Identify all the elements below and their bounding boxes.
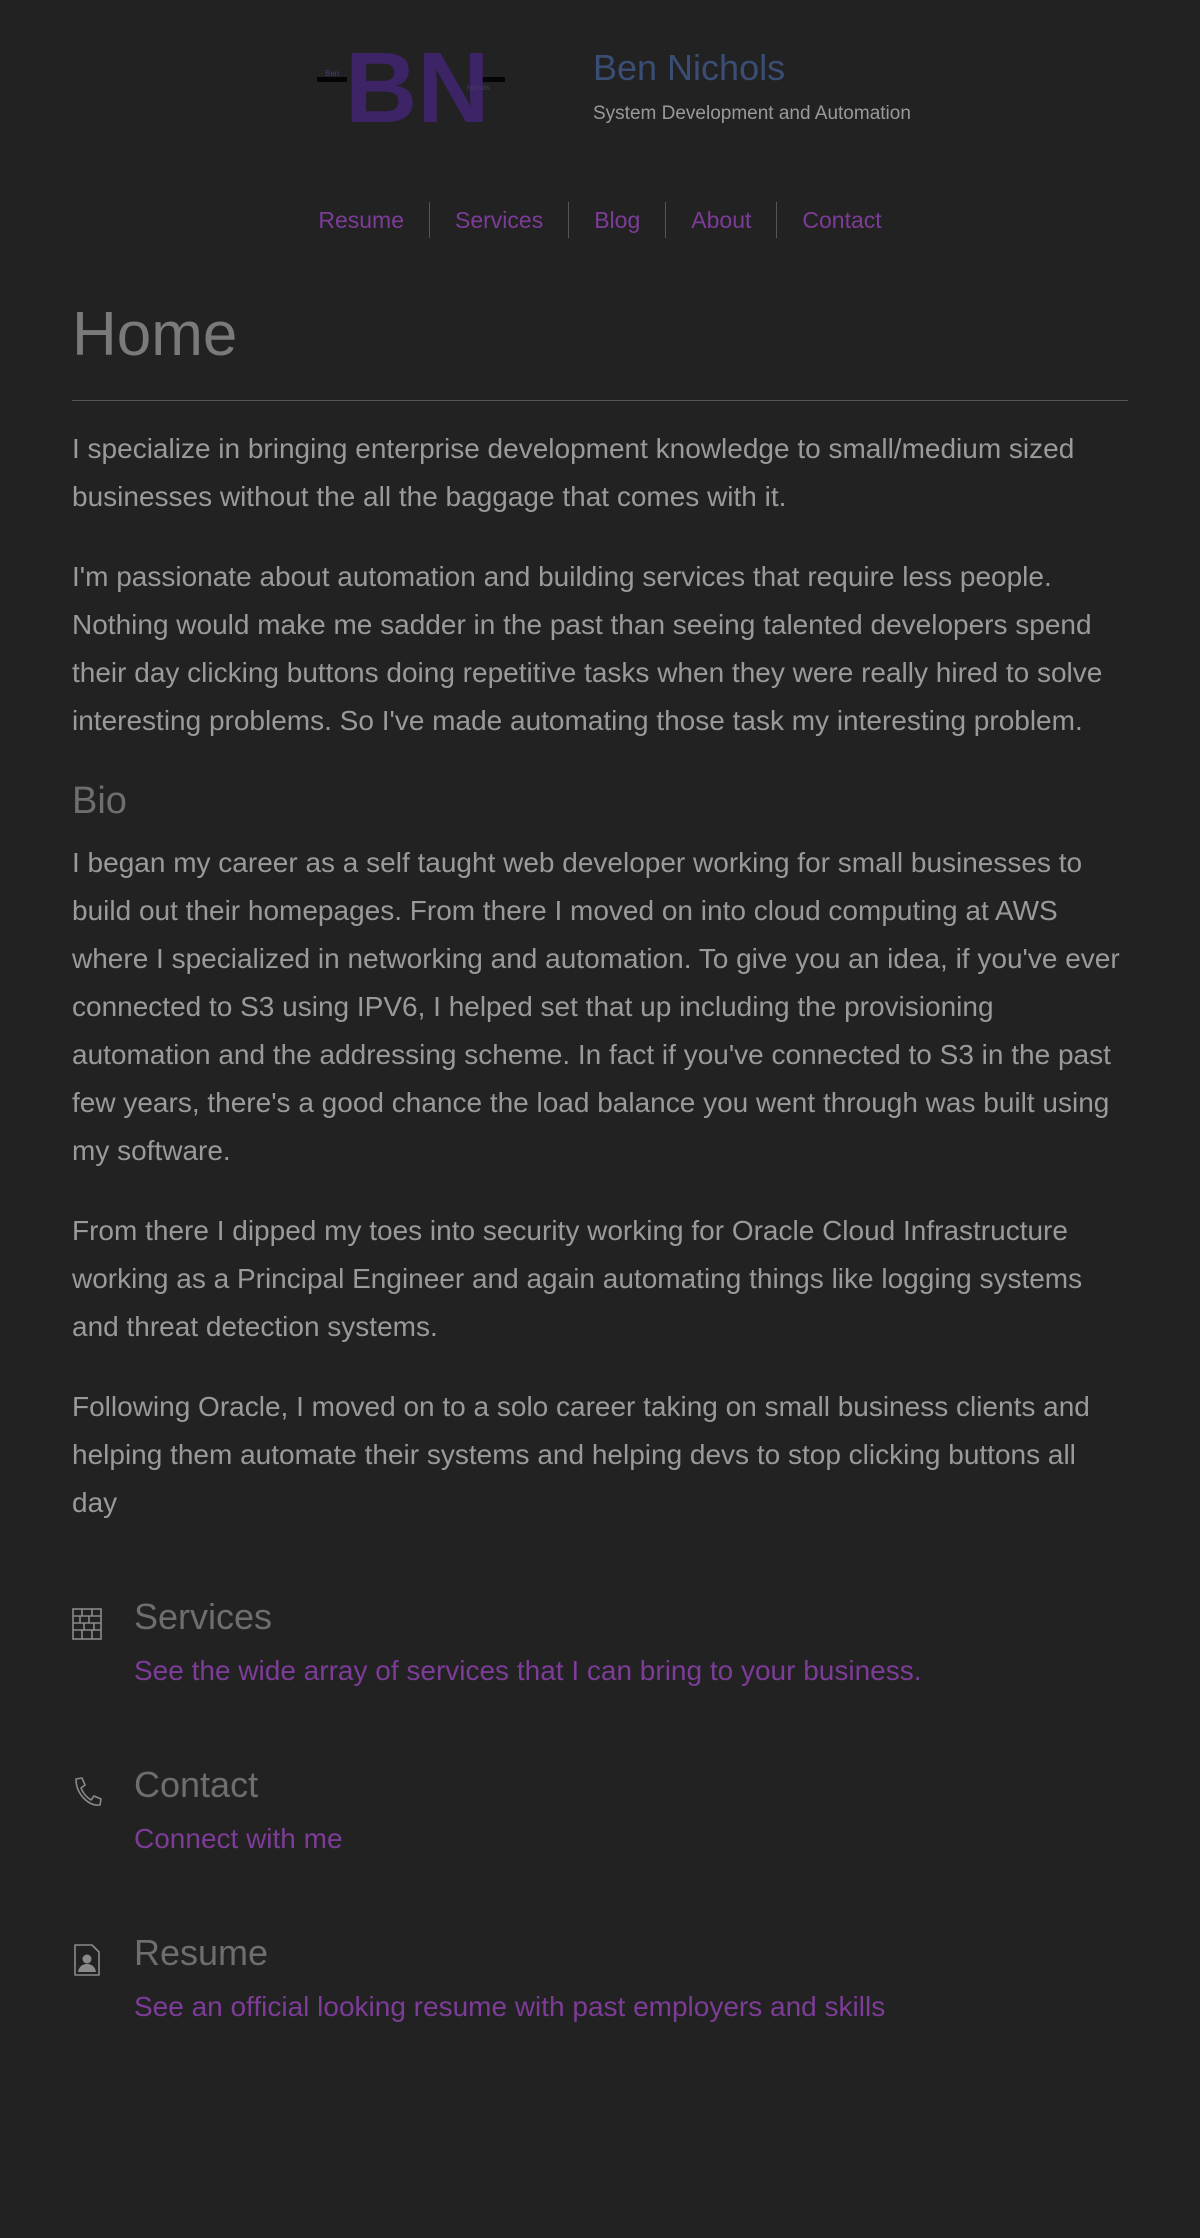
heading-divider	[72, 400, 1128, 401]
bio-paragraph: From there I dipped my toes into securit…	[72, 1215, 1083, 1342]
logo-small-right: Nichols	[467, 85, 490, 92]
feature-title: Services	[134, 1596, 273, 1637]
services-link[interactable]: See the wide array of services that I ca…	[134, 1651, 922, 1691]
logo-mark: BN Ben Nichols	[317, 32, 505, 144]
site-title[interactable]: Ben Nichols	[593, 46, 785, 90]
feature-title: Resume	[134, 1932, 269, 1973]
contact-link[interactable]: Connect with me	[134, 1819, 343, 1859]
nav-item-services[interactable]: Services	[430, 202, 570, 238]
bio-paragraph: Following Oracle, I moved on to a solo c…	[72, 1391, 1090, 1518]
nav-item-blog[interactable]: Blog	[569, 202, 667, 238]
resume-icon	[72, 1943, 102, 1977]
nav-item-contact[interactable]: Contact	[777, 202, 906, 238]
logo-small-left: Ben	[325, 69, 339, 78]
feature-title: Contact	[134, 1764, 259, 1805]
feature-services: Services See the wide array of services …	[72, 1593, 1128, 1711]
page-title: Home	[72, 300, 238, 369]
site-subtitle: System Development and Automation	[593, 103, 911, 124]
bio-heading: Bio	[72, 780, 127, 822]
building-icon	[72, 1607, 102, 1641]
feature-resume: Resume See an official looking resume wi…	[72, 1929, 1128, 2047]
main-content: Home I specialize in bringing enterprise…	[72, 290, 1128, 2097]
bio-paragraph: I began my career as a self taught web d…	[72, 847, 1120, 1166]
feature-list: Services See the wide array of services …	[72, 1593, 1128, 2047]
main-nav: Resume Services Blog About Contact	[0, 200, 1200, 240]
intro-paragraph: I specialize in bringing enterprise deve…	[72, 433, 1075, 512]
intro-paragraph: I'm passionate about automation and buil…	[72, 561, 1103, 736]
feature-contact: Contact Connect with me	[72, 1761, 1128, 1879]
site-header: BN Ben Nichols Ben Nichols System Develo…	[0, 0, 1200, 180]
nav-item-about[interactable]: About	[666, 202, 778, 238]
nav-item-resume[interactable]: Resume	[293, 202, 431, 238]
page: BN Ben Nichols Ben Nichols System Develo…	[0, 0, 1200, 2238]
phone-icon	[72, 1775, 102, 1809]
site-logo[interactable]: BN Ben Nichols	[315, 32, 505, 144]
resume-link[interactable]: See an official looking resume with past…	[134, 1987, 885, 2027]
